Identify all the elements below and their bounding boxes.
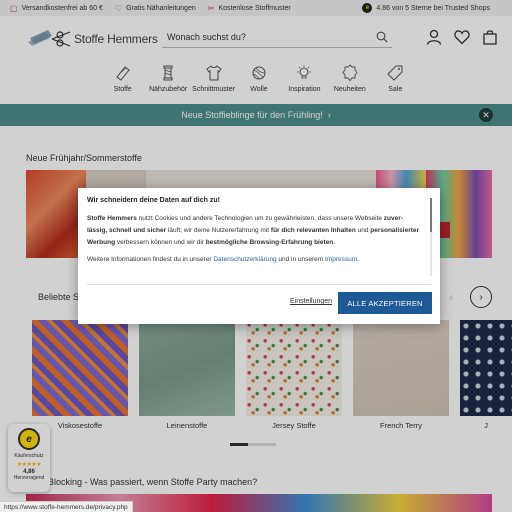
divider	[87, 284, 431, 285]
privacy-policy-link[interactable]: Datenschutzerklärung	[213, 256, 276, 263]
company-name: Stoffe Hemmers	[87, 215, 137, 222]
cookie-text-segment: und in unserem	[276, 256, 325, 263]
accept-all-button[interactable]: ALLE AKZEPTIEREN	[338, 292, 432, 314]
cookie-more-info: Weitere Informationen findest du in unse…	[87, 256, 428, 263]
cookie-consent-dialog: Wir schneidern deine Daten auf dich zu! …	[78, 188, 440, 324]
cookie-text-segment: verbessern können und wir dir	[115, 239, 206, 246]
cookie-body: Stoffe Hemmers nutzt Cookies und andere …	[87, 213, 428, 249]
cookie-text-area: Wir schneidern deine Daten auf dich zu! …	[78, 188, 440, 283]
cookie-text-segment: .	[333, 239, 336, 246]
cookie-text-segment: nutzt Cookies und andere Technologien um…	[136, 215, 384, 222]
cookie-text-bold: bestmögliche Browsing-Erfahrung bieten	[205, 239, 334, 246]
cookie-title: Wir schneidern deine Daten auf dich zu!	[87, 197, 220, 204]
cookie-text-bold: für dich relevanten Inhalten	[270, 227, 356, 234]
cookie-text-segment: und	[355, 227, 371, 234]
cookie-scrollbar[interactable]	[430, 198, 432, 276]
browser-status-url: https://www.stoffe-hemmers.de/privacy.ph…	[0, 501, 133, 512]
cookie-text-segment: .	[357, 256, 359, 263]
scrollbar-thumb[interactable]	[430, 198, 432, 232]
cookie-settings-link[interactable]: Einstellungen	[290, 298, 332, 305]
cookie-text-segment: läuft; wir deine Nutzererfahrung mit	[166, 227, 271, 234]
cookie-text-segment: Weitere Informationen findest du in unse…	[87, 256, 214, 263]
imprint-link[interactable]: Impressum	[325, 256, 357, 263]
